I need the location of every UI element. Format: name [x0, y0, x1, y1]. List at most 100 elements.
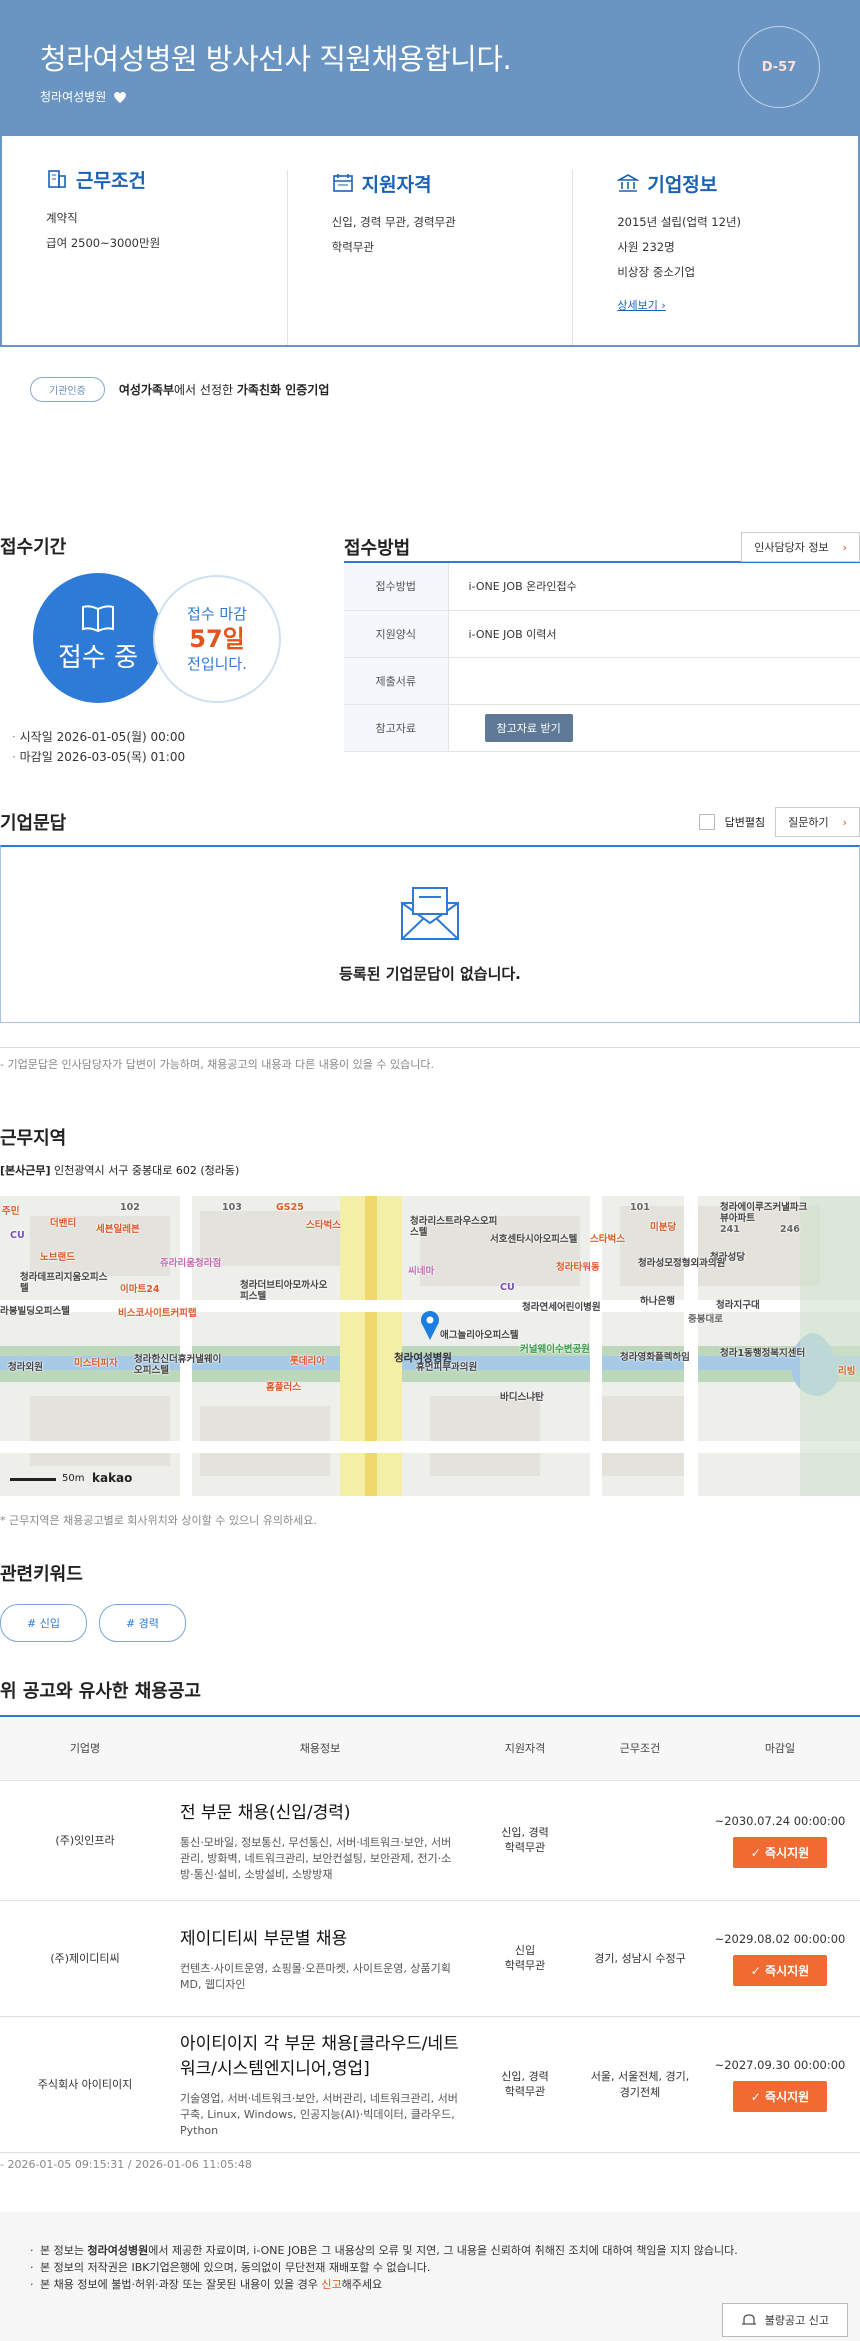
expand-answers-label[interactable]: 답변펼침 [725, 814, 765, 830]
map-label: 이마트24 [120, 1284, 160, 1295]
location-title: 근무지역 [0, 1128, 67, 1149]
company-detail-link-text[interactable]: 상세보기 [617, 299, 657, 312]
building-icon [48, 170, 66, 188]
address: [본사근무] 인천광역시 서구 중봉대로 602 (청라동) [0, 1162, 860, 1178]
start-date: 시작일 2026-01-05(월) 00:00 [12, 727, 320, 747]
map-label: CU [500, 1282, 515, 1293]
certification-row: 기관인증 여성가족부에서 선정한 가족친화 인증기업 [30, 377, 329, 402]
reference-download-button[interactable]: 참고자료 받기 [484, 713, 573, 742]
map-label: 청라연세어린이병원 [522, 1302, 601, 1313]
bell-icon[interactable] [741, 2313, 757, 2327]
map-label: 스타벅스 [590, 1234, 625, 1245]
hr-contact-button[interactable]: 인사담당자 정보 › [741, 532, 860, 562]
cert-text: 여성가족부에서 선정한 가족친화 인증기업 [119, 381, 330, 398]
report-button-label[interactable]: 불량공고 신고 [765, 2312, 829, 2328]
work-location: 근무지역 [본사근무] 인천광역시 서구 중봉대로 602 (청라동) 주민 C… [0, 1124, 860, 1528]
keyword-tag[interactable]: # 신입 [0, 1604, 87, 1642]
row-company[interactable]: (주)제이디티씨 [0, 1900, 170, 2017]
map-label: 청라1동행정복지센터 [720, 1348, 806, 1359]
chevron-right-icon[interactable]: › [843, 541, 847, 554]
application-period-title: 접수기간 [0, 537, 67, 558]
map-note: * 근무지역은 채용공고별로 회사위치와 상이할 수 있으니 유의하세요. [0, 1514, 317, 1527]
cert-title: 가족친화 인증기업 [236, 383, 330, 397]
disclaimer-line: 본 정보는 청라여성병원에서 제공한 자료이며, i-ONE JOB은 그 내용… [30, 2242, 860, 2259]
hr-contact-label[interactable]: 인사담당자 정보 [754, 539, 828, 555]
bank-icon [617, 174, 640, 192]
row-value: i-ONE JOB 이력서 [448, 610, 860, 658]
row-label: 접수방법 [344, 563, 449, 611]
ask-question-button[interactable]: 질문하기 › [775, 807, 860, 837]
report-button[interactable]: 불량공고 신고 [721, 2303, 848, 2337]
apply-label[interactable]: 즉시지원 [765, 1846, 809, 1860]
job-title: 청라여성병원 방사선사 직원채용합니다. [40, 42, 512, 76]
row-deadline: ~2029.08.02 00:00:00 [714, 1931, 846, 1946]
company-name[interactable]: 청라여성병원 [40, 88, 128, 105]
table-row[interactable]: 주식회사 아이티이지 아이티이지 각 부문 채용[클라우드/네트워크/시스템엔지… [0, 2016, 860, 2153]
row-company[interactable]: (주)잇인프라 [0, 1780, 170, 1901]
map-label: 미분당 [650, 1222, 677, 1233]
apply-label[interactable]: 즉시지원 [765, 2090, 809, 2104]
row-value [448, 657, 860, 705]
map-label: 바디스냐탄 [500, 1392, 544, 1403]
cert-badge: 기관인증 [30, 377, 105, 402]
work-conditions-title: 근무조건 [76, 169, 146, 192]
map-label: GS25 [276, 1202, 304, 1213]
heart-icon[interactable] [112, 89, 128, 105]
job-header: 청라여성병원 방사선사 직원채용합니다. 청라여성병원 D-57 [0, 0, 860, 136]
application-method-title: 접수방법 [344, 538, 411, 559]
table-row[interactable]: (주)제이디티씨 제이디티씨 부문별 채용 컨텐츠·사이트운영, 쇼핑몰·오픈마… [0, 1900, 860, 2017]
map-label: 홈플러스 [266, 1382, 301, 1393]
kakao-logo: kakao [92, 1471, 133, 1485]
row-desc: 기술영업, 서버·네트워크·보안, 서버관리, 네트워크관리, 서버구축, Li… [180, 2092, 458, 2137]
row-cond: 서울, 서울전체, 경기, 경기전체 [580, 2016, 700, 2153]
report-link[interactable]: 신고 [321, 2278, 341, 2291]
apply-button[interactable]: ✓ 즉시지원 [732, 2080, 828, 2112]
map-label: 241 [720, 1224, 740, 1235]
table-row: 접수방법 i-ONE JOB 온라인접수 [344, 563, 860, 611]
cert-org: 여성가족부 [118, 383, 175, 397]
map-label: 101 [630, 1202, 650, 1213]
keyword-tag[interactable]: # 경력 [98, 1604, 186, 1642]
qa-empty-box: 등록된 기업문답이 없습니다. [0, 845, 860, 1023]
company-name-text[interactable]: 청라여성병원 [40, 88, 106, 105]
expand-answers-checkbox[interactable] [698, 814, 715, 830]
map-label: 애그놀리아오피스텔 [440, 1330, 519, 1341]
row-title[interactable]: 제이디티씨 부문별 채용 [180, 1924, 460, 1949]
deadline-suffix: 전입니다. [187, 655, 247, 673]
apply-button[interactable]: ✓ 즉시지원 [732, 1954, 828, 1986]
end-date: 마감일 2026-03-05(목) 01:00 [12, 747, 320, 767]
company-info-title: 기업정보 [647, 173, 718, 196]
table-row[interactable]: (주)잇인프라 전 부문 채용(신입/경력) 통신·모바일, 정보통신, 무선통… [0, 1780, 860, 1901]
row-title[interactable]: 전 부문 채용(신입/경력) [180, 1798, 460, 1823]
map-label: 청라타워동 [556, 1262, 600, 1273]
col-qual: 지원자격 [470, 1716, 580, 1781]
row-title[interactable]: 아이티이지 각 부문 채용[클라우드/네트워크/시스템엔지니어,영업] [180, 2029, 460, 2079]
address-text: 인천광역시 서구 중봉대로 602 (청라동) [54, 1164, 240, 1177]
row-qual: 신입, 경력 학력무관 [470, 1780, 580, 1901]
similar-table: 기업명 채용정보 지원자격 근무조건 마감일 (주)잇인프라 전 부문 채용(신… [0, 1715, 860, 2153]
cert-mid: 에서 선정한 [174, 383, 237, 397]
company-detail-link[interactable]: 상세보기 › [617, 297, 665, 313]
row-company[interactable]: 주식회사 아이티이지 [0, 2016, 170, 2153]
job-summary: 근무조건 계약직 급여 2500~3000만원 지원자격 신입, 경력 무관, … [0, 136, 860, 347]
status-text: 접수 중 [57, 642, 139, 673]
map-canvas[interactable] [0, 1196, 860, 1496]
row-desc: 컨텐츠·사이트운영, 쇼핑몰·오픈마켓, 사이트운영, 상품기획MD, 웹디자인 [180, 1961, 451, 1991]
row-qual: 신입, 경력 학력무관 [470, 2016, 580, 2153]
method-table: 접수방법 i-ONE JOB 온라인접수 지원양식 i-ONE JOB 이력서 제출… [344, 563, 860, 752]
ask-question-label[interactable]: 질문하기 [788, 814, 828, 830]
row-qual: 신입 학력무관 [470, 1900, 580, 2017]
map-label: 청라리스트라우스오피스텔 [410, 1216, 498, 1238]
work-conditions: 근무조건 계약직 급여 2500~3000만원 [2, 166, 287, 345]
apply-button[interactable]: ✓ 즉시지원 [732, 1836, 828, 1868]
chevron-right-icon[interactable]: › [843, 816, 847, 829]
apply-label[interactable]: 즉시지원 [765, 1964, 809, 1978]
map-label: 스타벅스 [306, 1220, 341, 1231]
map-label: 더밴티 [50, 1218, 77, 1229]
map[interactable]: 주민 CU 더밴티 세븐일레븐 노브랜드 102 103 GS25 스타벅스 쥬라리움청라점 청라더… [0, 1196, 860, 1496]
envelope-icon [401, 887, 459, 940]
map-label: 비스코사이트커피랩 [118, 1308, 197, 1319]
row-label: 제출서류 [344, 657, 449, 705]
calendar-icon [332, 174, 353, 192]
map-scale: 50m [62, 1473, 85, 1484]
